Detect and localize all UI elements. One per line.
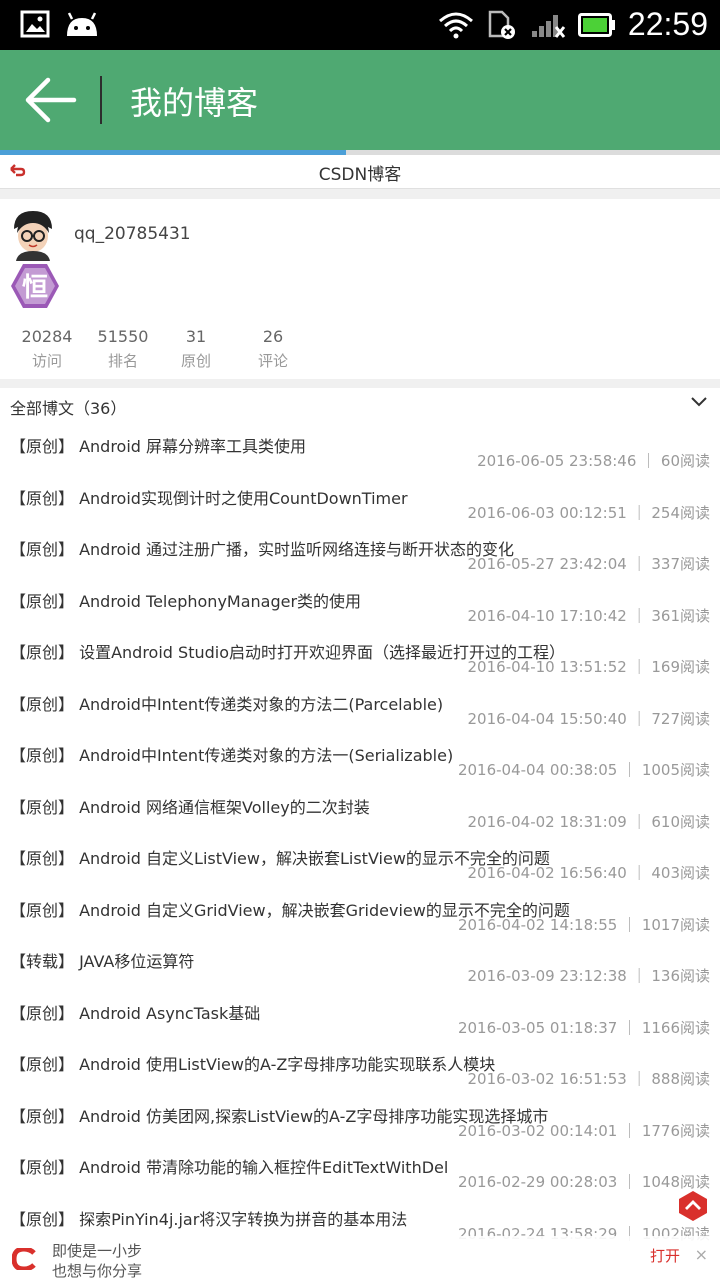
section-divider	[0, 189, 720, 199]
article-item[interactable]: 【原创】 Android实现倒计时之使用CountDownTimer 2016-0…	[0, 477, 720, 529]
gallery-notification-icon	[20, 10, 50, 38]
article-item[interactable]: 【原创】 Android 带清除功能的输入框控件EditTextWithDel 2…	[0, 1146, 720, 1198]
battery-icon	[577, 12, 615, 37]
article-item[interactable]: 【原创】 Android 自定义GridView，解决嵌套Grideview的显…	[0, 889, 720, 941]
stat-comments: 26 评论	[257, 327, 288, 370]
share-slogan-line1: 即使是一小步	[52, 1242, 143, 1260]
article-list: 【原创】 Android 屏幕分辨率工具类使用 2016-06-05 23:58:…	[0, 425, 720, 1249]
scroll-top-icon[interactable]	[678, 1190, 708, 1222]
profile-card: qq_20785431 恒 20284 访问 51550 排名 31 原创 26…	[0, 199, 720, 379]
web-title-bar: CSDN博客	[0, 155, 720, 189]
article-item[interactable]: 【原创】 Android 自定义ListView，解决嵌套ListView的显示…	[0, 837, 720, 889]
avatar[interactable]	[8, 209, 58, 261]
share-banner: 即使是一小步 也想与你分享 打开 ×	[0, 1236, 720, 1280]
article-item[interactable]: 【原创】 Android 网络通信框架Volley的二次封装 2016-04-02…	[0, 786, 720, 838]
app-bar: 我的博客	[0, 50, 720, 150]
close-banner-button[interactable]: ×	[695, 1245, 708, 1264]
article-list-header[interactable]: 全部博文（36）	[0, 388, 720, 422]
article-item[interactable]: 【原创】 Android TelephonyManager类的使用 2016-04…	[0, 580, 720, 632]
stat-original: 31 原创	[180, 327, 211, 370]
hexagon-badge-icon: 恒	[11, 264, 59, 308]
chevron-down-icon[interactable]	[690, 396, 708, 408]
stat-visits: 20284 访问	[21, 327, 73, 370]
article-item[interactable]: 【原创】 Android中Intent传递类对象的方法二(Parcelable)…	[0, 683, 720, 735]
article-item[interactable]: 【原创】 Android 使用ListView的A-Z字母排序功能实现联系人模块…	[0, 1043, 720, 1095]
article-item[interactable]: 【原创】 Android 通过注册广播，实时监听网络连接与断开状态的变化 2016…	[0, 528, 720, 580]
username[interactable]: qq_20785431	[74, 224, 191, 244]
csdn-logo-icon	[12, 1248, 36, 1270]
open-app-button[interactable]: 打开	[650, 1245, 680, 1266]
article-item[interactable]: 【转载】 JAVA移位运算符 2016-03-09 23:12:38 ｜ 136阅…	[0, 940, 720, 992]
android-notification-icon	[67, 12, 97, 36]
article-item[interactable]: 【原创】 设置Android Studio启动时打开欢迎界面（选择最近打开过的工…	[0, 631, 720, 683]
status-bar: 22:59	[0, 0, 720, 50]
article-count-label: 全部博文（36）	[10, 399, 127, 418]
section-divider	[0, 379, 720, 388]
article-item[interactable]: 【原创】 Android AsyncTask基础 2016-03-05 01:18…	[0, 992, 720, 1044]
back-arrow-icon[interactable]	[22, 74, 78, 126]
article-item[interactable]: 【原创】 Android 仿美团网,探索ListView的A-Z字母排序功能实现…	[0, 1095, 720, 1147]
signal-icon	[531, 14, 566, 38]
share-slogan-line2: 也想与你分享	[52, 1262, 143, 1280]
page-title: 我的博客	[130, 84, 259, 122]
web-page-title: CSDN博客	[318, 165, 402, 185]
clock: 22:59	[627, 6, 708, 42]
svg-text:恒: 恒	[22, 273, 48, 303]
app-bar-divider	[100, 76, 102, 124]
article-item[interactable]: 【原创】 Android 屏幕分辨率工具类使用 2016-06-05 23:58:…	[0, 425, 720, 477]
article-item[interactable]: 【原创】 Android中Intent传递类对象的方法一(Serializabl…	[0, 734, 720, 786]
wifi-icon	[438, 12, 473, 38]
stat-rank: 51550 排名	[97, 327, 149, 370]
sim-card-error-icon	[488, 10, 515, 39]
